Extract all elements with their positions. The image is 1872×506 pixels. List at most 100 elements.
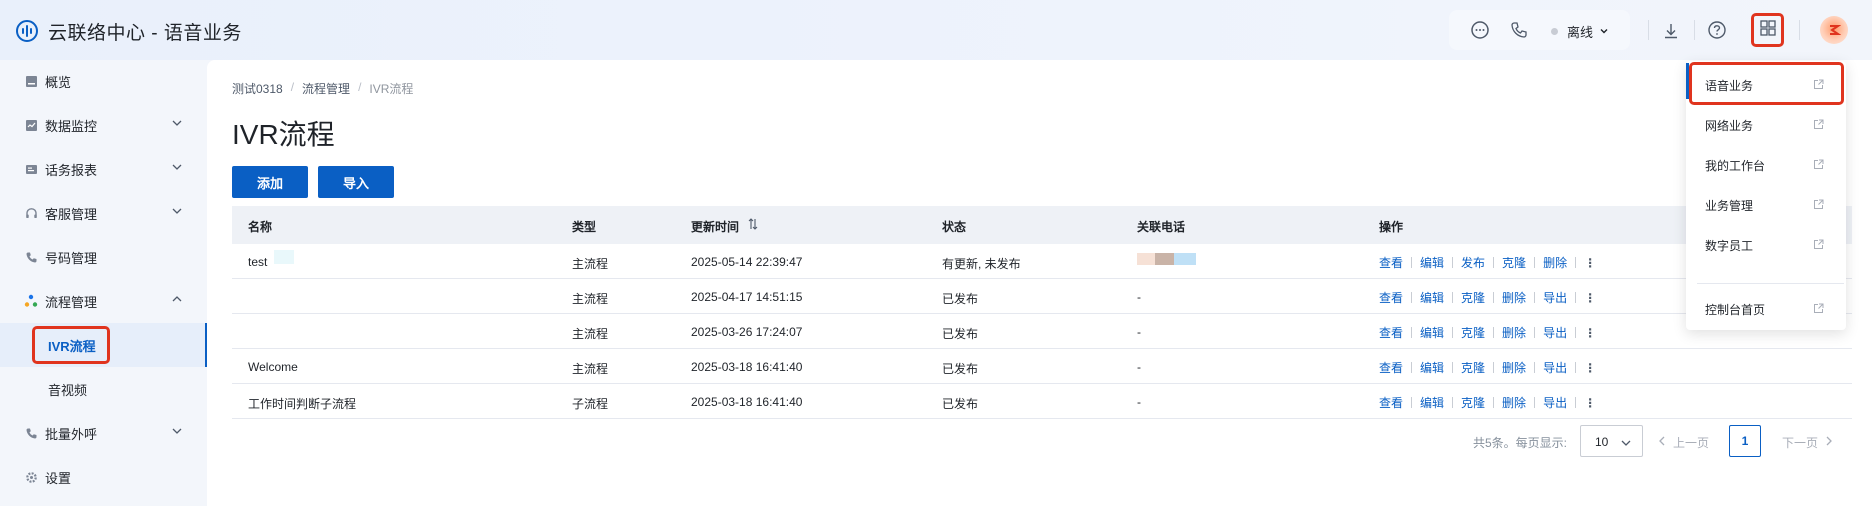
sidebar-item-settings[interactable]: 设置	[0, 455, 207, 499]
cell-type: 主流程	[572, 292, 609, 306]
sidebar-item-flow-mgmt[interactable]: 流程管理	[0, 279, 207, 323]
chevron-down-icon	[171, 204, 183, 222]
delete-link[interactable]: 删除	[1502, 289, 1526, 306]
divider	[1452, 362, 1454, 373]
chevron-down-icon[interactable]	[1599, 23, 1609, 41]
divider	[1534, 292, 1536, 303]
delete-link[interactable]: 删除	[1543, 254, 1567, 271]
add-button[interactable]: 添加	[232, 166, 308, 198]
chevron-down-icon	[171, 160, 183, 178]
breadcrumb-item[interactable]: 流程管理	[302, 80, 350, 97]
menu-item-business-mgmt[interactable]: 业务管理	[1686, 186, 1846, 222]
cell-status: 已发布	[942, 292, 979, 306]
sidebar-item-label: 号码管理	[45, 250, 98, 266]
delete-link[interactable]: 删除	[1502, 324, 1526, 341]
sidebar-item-batch-outbound[interactable]: 批量外呼	[0, 411, 207, 455]
page-number-button[interactable]: 1	[1729, 425, 1761, 457]
divider	[1493, 327, 1495, 338]
view-link[interactable]: 查看	[1379, 254, 1403, 271]
prev-page-button[interactable]: 上一页	[1657, 434, 1709, 451]
edit-link[interactable]: 编辑	[1420, 289, 1444, 306]
prev-page-label: 上一页	[1673, 436, 1710, 450]
chevron-up-icon	[171, 292, 183, 310]
cell-phone: -	[1137, 395, 1141, 409]
header-divider	[1799, 20, 1800, 40]
help-icon[interactable]	[1706, 19, 1728, 41]
app-switcher-button[interactable]	[1751, 13, 1784, 47]
export-link[interactable]: 导出	[1543, 394, 1567, 411]
view-link[interactable]: 查看	[1379, 289, 1403, 306]
breadcrumb-separator: /	[358, 80, 362, 94]
row-actions: 查看 编辑 克隆 删除 导出 ⋮	[1379, 324, 1596, 341]
divider	[1575, 292, 1577, 303]
clone-link[interactable]: 克隆	[1461, 324, 1485, 341]
page-size-select[interactable]: 10	[1580, 425, 1643, 457]
chat-icon[interactable]	[1469, 19, 1491, 41]
external-link-icon	[1813, 301, 1824, 319]
menu-item-digital-employee[interactable]: 数字员工	[1686, 226, 1846, 262]
edit-link[interactable]: 编辑	[1420, 359, 1444, 376]
menu-item-network-business[interactable]: 网络业务	[1686, 106, 1846, 142]
phone-call-icon[interactable]	[1508, 19, 1530, 41]
cell-type: 主流程	[572, 327, 609, 341]
menu-item-label: 控制台首页	[1705, 303, 1766, 317]
view-link[interactable]: 查看	[1379, 359, 1403, 376]
more-actions-icon[interactable]: ⋮	[1584, 361, 1596, 375]
edit-link[interactable]: 编辑	[1420, 254, 1444, 271]
import-button[interactable]: 导入	[318, 166, 394, 198]
sidebar-item-audio-video[interactable]: 音视频	[0, 367, 207, 411]
column-header-updated[interactable]: 更新时间	[691, 218, 739, 235]
clone-link[interactable]: 克隆	[1461, 359, 1485, 376]
menu-item-console-home[interactable]: 控制台首页	[1686, 290, 1846, 326]
cell-updated: 2025-03-18 16:41:40	[691, 360, 803, 374]
external-link-icon	[1813, 157, 1824, 175]
voice-logo-icon	[15, 19, 39, 43]
sidebar-item-overview[interactable]: 概览	[0, 59, 207, 103]
sidebar-item-agent-mgmt[interactable]: 客服管理	[0, 191, 207, 235]
divider	[1452, 292, 1454, 303]
clone-link[interactable]: 克隆	[1461, 289, 1485, 306]
edit-link[interactable]: 编辑	[1420, 394, 1444, 411]
table-row: 主流程 2025-03-26 17:24:07 已发布 - 查看 编辑 克隆 删…	[232, 314, 1852, 349]
breadcrumb-item[interactable]: 测试0318	[232, 80, 283, 97]
more-actions-icon[interactable]: ⋮	[1584, 326, 1596, 340]
next-page-button[interactable]: 下一页	[1782, 434, 1834, 451]
column-header-name: 名称	[248, 220, 273, 234]
sidebar-item-data-monitor[interactable]: 数据监控	[0, 103, 207, 147]
menu-item-label: 数字员工	[1705, 239, 1754, 253]
divider	[1452, 397, 1454, 408]
export-link[interactable]: 导出	[1543, 324, 1567, 341]
more-actions-icon[interactable]: ⋮	[1584, 291, 1596, 305]
sidebar-item-number-mgmt[interactable]: 号码管理	[0, 235, 207, 279]
divider	[1411, 292, 1413, 303]
export-link[interactable]: 导出	[1543, 359, 1567, 376]
delete-link[interactable]: 删除	[1502, 394, 1526, 411]
clone-link[interactable]: 克隆	[1461, 394, 1485, 411]
divider	[1575, 257, 1577, 268]
divider	[1534, 257, 1536, 268]
cell-updated: 2025-03-26 17:24:07	[691, 325, 803, 339]
cell-name: test	[248, 255, 268, 269]
divider	[1452, 257, 1454, 268]
view-link[interactable]: 查看	[1379, 394, 1403, 411]
delete-link[interactable]: 删除	[1502, 359, 1526, 376]
divider	[1575, 327, 1577, 338]
publish-link[interactable]: 发布	[1461, 254, 1485, 271]
menu-item-label: 网络业务	[1705, 119, 1754, 133]
app-title: 云联络中心 - 语音业务	[48, 23, 242, 44]
sort-icon[interactable]	[748, 218, 758, 233]
more-actions-icon[interactable]: ⋮	[1584, 256, 1596, 270]
agent-status[interactable]: 离线	[1567, 22, 1593, 41]
export-link[interactable]: 导出	[1543, 289, 1567, 306]
divider	[1411, 327, 1413, 338]
edit-link[interactable]: 编辑	[1420, 324, 1444, 341]
view-link[interactable]: 查看	[1379, 324, 1403, 341]
avatar[interactable]	[1820, 16, 1848, 44]
more-actions-icon[interactable]: ⋮	[1584, 396, 1596, 410]
clone-link[interactable]: 克隆	[1502, 254, 1526, 271]
sidebar-item-call-report[interactable]: 话务报表	[0, 147, 207, 191]
redacted-phone	[1137, 253, 1196, 265]
download-icon[interactable]	[1660, 20, 1682, 42]
chevron-left-icon	[1657, 435, 1667, 450]
menu-item-my-workbench[interactable]: 我的工作台	[1686, 146, 1846, 182]
